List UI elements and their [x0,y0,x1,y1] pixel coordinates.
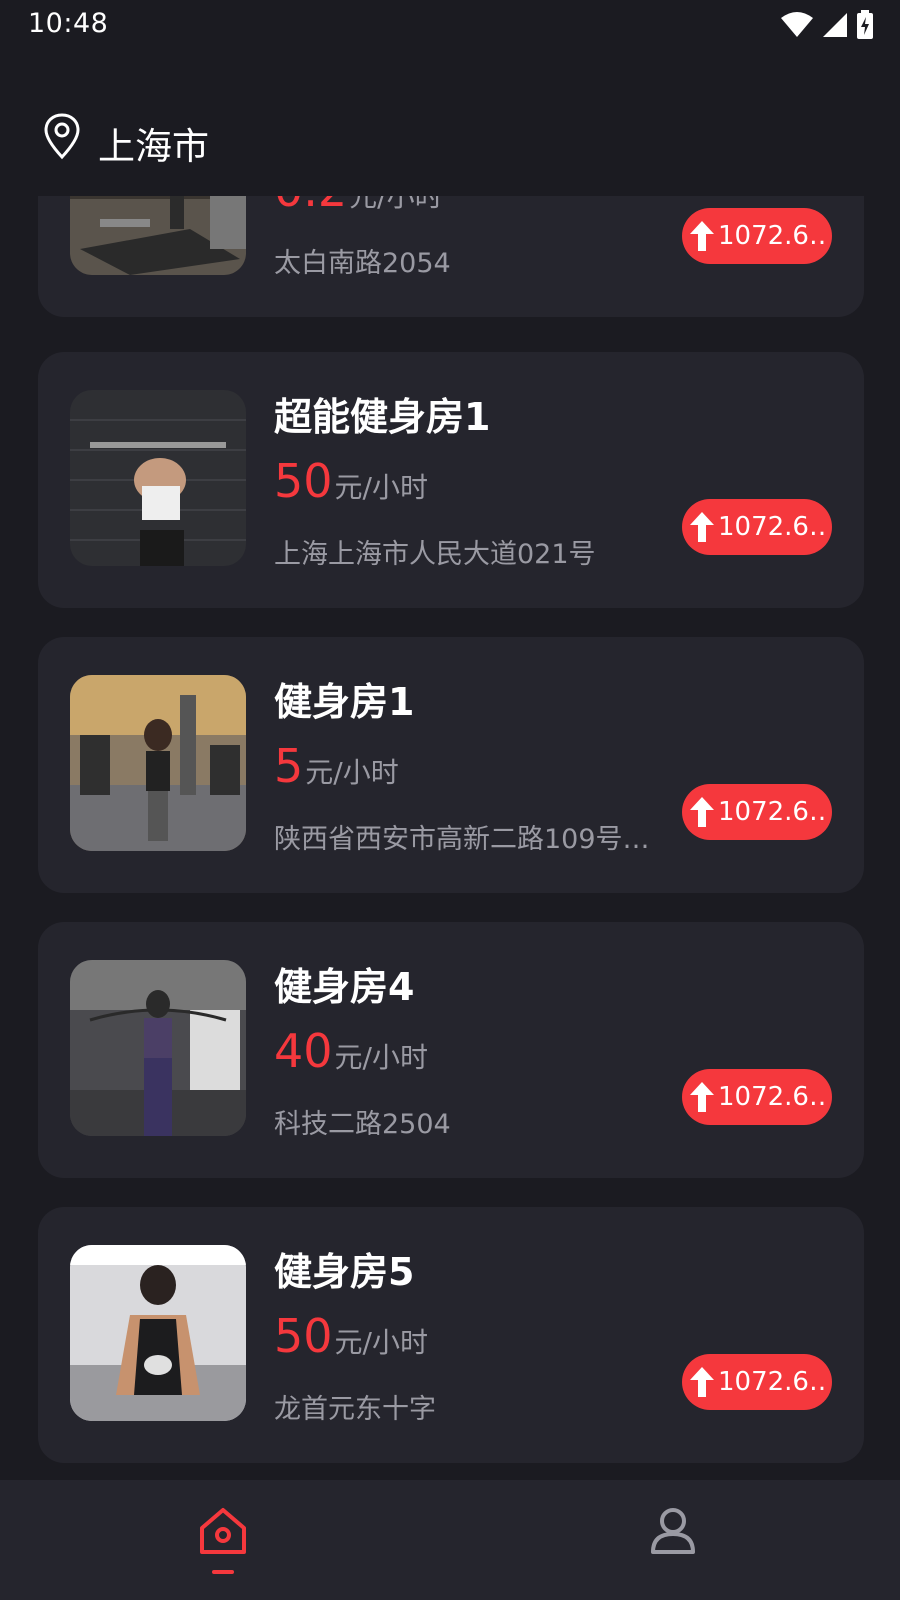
distance-badge[interactable]: 1072.6… [682,1069,832,1125]
nav-home[interactable] [196,1504,256,1584]
price-row: 40 元/小时 [274,1028,428,1076]
price-row: 50 元/小时 [274,1313,428,1361]
gym-address: 太白南路2054 [274,248,451,279]
gym-list[interactable]: 0.2 元/小时 太白南路2054 1072.6… [0,196,900,1480]
status-bar: 10:48 [0,0,900,50]
gym-price: 50 [274,1309,333,1363]
bottom-nav [0,1480,900,1600]
gym-card[interactable]: 健身房5 50 元/小时 龙首元东十字 1072.6… [38,1207,864,1463]
arrow-up-icon [688,1364,716,1400]
price-unit: 元/小时 [349,196,443,213]
gym-thumbnail [70,390,246,566]
nav-profile[interactable] [646,1504,706,1584]
gym-thumbnail [70,960,246,1136]
distance-text: 1072.6… [718,1082,828,1112]
city-label[interactable]: 上海市 [98,116,209,170]
status-icons [780,10,874,44]
distance-badge[interactable]: 1072.6… [682,784,832,840]
gym-address: 龙首元东十字 [274,1394,436,1425]
gym-card[interactable]: 健身房4 40 元/小时 科技二路2504 1072.6… [38,922,864,1178]
home-icon[interactable] [196,1508,250,1562]
distance-text: 1072.6… [718,221,828,251]
gym-address: 上海上海市人民大道021号 [274,539,596,570]
gym-price: 5 [274,739,304,793]
gym-card[interactable]: 健身房1 5 元/小时 陕西省西安市高新二路109号… 1072.6… [38,637,864,893]
price-row: 0.2 元/小时 [274,196,443,215]
distance-badge[interactable]: 1072.6… [682,1354,832,1410]
gym-price: 40 [274,1024,333,1078]
user-icon[interactable] [646,1508,700,1562]
distance-badge[interactable]: 1072.6… [682,208,832,264]
gym-name: 健身房1 [274,680,415,724]
location-header[interactable]: 上海市 [0,100,900,190]
gym-thumbnail [70,1245,246,1421]
arrow-up-icon [688,794,716,830]
gym-thumbnail [70,196,246,275]
gym-address: 陕西省西安市高新二路109号… [274,824,650,855]
gym-name: 健身房4 [274,965,415,1009]
price-row: 50 元/小时 [274,458,428,506]
active-indicator [212,1570,234,1574]
price-unit: 元/小时 [305,756,399,789]
location-pin-icon[interactable] [42,112,82,160]
status-time: 10:48 [28,8,109,39]
battery-icon [856,10,874,44]
arrow-up-icon [688,509,716,545]
distance-text: 1072.6… [718,797,828,827]
gym-price: 50 [274,454,333,508]
gym-card[interactable]: 0.2 元/小时 太白南路2054 1072.6… [38,196,864,317]
app-screen: 10:48 上海市 元/小时 太白南路2054 1072.6… 超能健身房1 5… [0,0,900,1600]
distance-text: 1072.6… [718,512,828,542]
price-unit: 元/小时 [334,471,428,504]
price-row: 5 元/小时 [274,743,399,791]
gym-name: 健身房5 [274,1250,415,1294]
gym-name: 超能健身房1 [274,395,491,439]
gym-address: 科技二路2504 [274,1109,451,1140]
arrow-up-icon [688,218,716,254]
signal-icon [822,12,848,42]
gym-price: 0.2 [274,196,347,213]
wifi-icon [780,12,814,42]
price-unit: 元/小时 [334,1041,428,1074]
distance-text: 1072.6… [718,1367,828,1397]
distance-badge[interactable]: 1072.6… [682,499,832,555]
price-unit: 元/小时 [334,1326,428,1359]
gym-thumbnail [70,675,246,851]
gym-card[interactable]: 超能健身房1 50 元/小时 上海上海市人民大道021号 1072.6… [38,352,864,608]
arrow-up-icon [688,1079,716,1115]
